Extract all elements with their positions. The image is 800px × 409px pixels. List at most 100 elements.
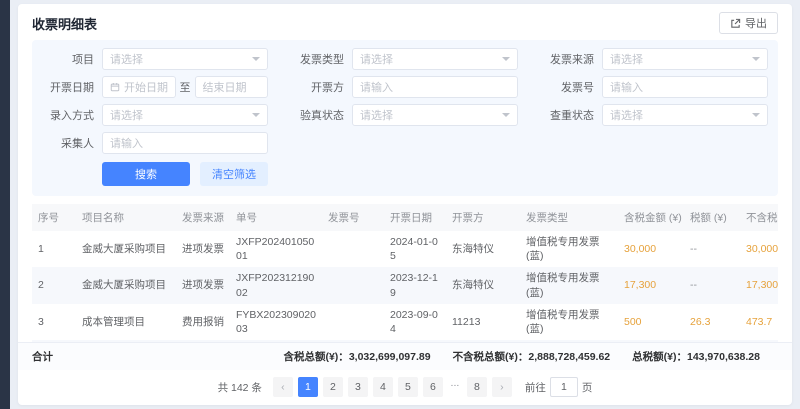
filter-field-issuer: 开票方请输入 (286, 76, 518, 98)
summary-items: 含税总额(¥)：3,032,699,097.89 不含税总额(¥)：2,888,… (283, 349, 760, 364)
table-cell: 费用报销 (176, 304, 230, 340)
filter-label-collector: 采集人 (36, 135, 94, 151)
card-header: 收票明细表 导出 (18, 4, 792, 40)
table-cell: FYBX20230902003 (230, 304, 322, 340)
pagination-total: 共 142 条 (218, 380, 262, 395)
summary-row: 合计 含税总额(¥)：3,032,699,097.89 不含税总额(¥)：2,8… (18, 342, 792, 370)
date-range-separator: 至 (180, 79, 191, 95)
table-cell: 1 (32, 231, 76, 267)
table-cell: 增值税专用发票(蓝) (520, 304, 618, 340)
summary-total-tax: 总税额(¥)：143,970,638.28 (632, 349, 760, 364)
prev-page-button[interactable]: ‹ (273, 377, 293, 397)
table-cell: 增值税专用发票(蓝) (520, 231, 618, 267)
summary-total-label: 合计 (32, 349, 53, 364)
entry-method-select[interactable]: 请选择 (102, 104, 268, 126)
filter-field-collector: 采集人请输入 (36, 132, 268, 154)
table-cell: 2023-12-19 (384, 267, 446, 303)
column-header: 含税金额 (¥) (618, 204, 684, 231)
page-button-3[interactable]: 3 (348, 377, 368, 397)
collector-input[interactable]: 请输入 (102, 132, 268, 154)
table-cell: 金威大厦采购项目 (76, 267, 176, 303)
table-cell: 500 (618, 304, 684, 340)
filter-field-project: 项目请选择 (36, 48, 268, 70)
invoice-type-select[interactable]: 请选择 (352, 48, 518, 70)
invoice-number-input[interactable]: 请输入 (602, 76, 768, 98)
page-title: 收票明细表 (32, 14, 97, 33)
filter-field-invoice-source: 发票来源请选择 (536, 48, 768, 70)
main-content: 收票明细表 导出 项目请选择发票类型请选择发票来源请选择开票日期开始日期至结束日… (10, 0, 800, 409)
clear-filters-button[interactable]: 清空筛选 (200, 162, 268, 186)
filter-field-entry-method: 录入方式请选择 (36, 104, 268, 126)
table-cell: 2 (32, 267, 76, 303)
table-cell: 增值税专用发票(蓝) (520, 267, 618, 303)
table-header-row: 序号项目名称发票来源单号发票号开票日期开票方发票类型含税金额 (¥)税额 (¥)… (32, 204, 778, 231)
project-select[interactable]: 请选择 (102, 48, 268, 70)
table-cell: 成本管理项目 (76, 304, 176, 340)
table-cell: 473.7 (740, 304, 778, 340)
column-header: 单号 (230, 204, 322, 231)
filter-field-invoice-number: 发票号请输入 (536, 76, 768, 98)
column-header: 发票号 (322, 204, 384, 231)
export-button-label: 导出 (745, 15, 767, 31)
page-buttons: 123456... 8 (298, 377, 487, 397)
column-header: 序号 (32, 204, 76, 231)
export-button[interactable]: 导出 (719, 12, 778, 34)
table-cell (322, 267, 384, 303)
duplicate-status-select[interactable]: 请选择 (602, 104, 768, 126)
filter-label-invoice-type: 发票类型 (286, 51, 344, 67)
table-cell: 3 (32, 304, 76, 340)
table-row: 1金威大厦采购项目进项发票JXFP202401050012024-01-05东海… (32, 231, 778, 267)
filter-field-duplicate-status: 查重状态请选择 (536, 104, 768, 126)
column-header: 开票方 (446, 204, 520, 231)
filter-panel: 项目请选择发票类型请选择发票来源请选择开票日期开始日期至结束日期开票方请输入发票… (32, 40, 778, 196)
chevron-down-icon (252, 57, 260, 61)
filter-label-verify-status: 验真状态 (286, 107, 344, 123)
search-button[interactable]: 搜索 (102, 162, 190, 186)
table-cell: 30,000 (618, 231, 684, 267)
next-page-button[interactable]: › (492, 377, 512, 397)
table-cell: 17,300 (618, 267, 684, 303)
table-cell: JXFP20240105001 (230, 231, 322, 267)
goto-page-input[interactable] (550, 377, 578, 397)
export-icon (730, 18, 741, 29)
table-cell: 11213 (446, 304, 520, 340)
column-header: 发票来源 (176, 204, 230, 231)
table-cell: -- (684, 231, 740, 267)
more-pages-icon: ... (448, 377, 462, 397)
collapsed-sidebar[interactable] (0, 0, 10, 409)
date-end-input[interactable]: 结束日期 (195, 76, 269, 98)
verify-status-select[interactable]: 请选择 (352, 104, 518, 126)
filter-actions: 搜索 清空筛选 (102, 162, 768, 186)
chevron-down-icon (752, 113, 760, 117)
invoice-source-select[interactable]: 请选择 (602, 48, 768, 70)
calendar-icon (110, 82, 120, 92)
table-cell: 17,300 (740, 267, 778, 303)
page-button-8[interactable]: 8 (467, 377, 487, 397)
filter-label-entry-method: 录入方式 (36, 107, 94, 123)
filter-label-duplicate-status: 查重状态 (536, 107, 594, 123)
filter-label-issuer: 开票方 (286, 79, 344, 95)
page-button-2[interactable]: 2 (323, 377, 343, 397)
table-row: 3成本管理项目费用报销FYBX202309020032023-09-041121… (32, 304, 778, 340)
pagination: 共 142 条 ‹ 123456...8 › 前往 页 (18, 370, 792, 405)
filter-grid: 项目请选择发票类型请选择发票来源请选择开票日期开始日期至结束日期开票方请输入发票… (36, 48, 768, 154)
page-button-4[interactable]: 4 (373, 377, 393, 397)
app-root: 收票明细表 导出 项目请选择发票类型请选择发票来源请选择开票日期开始日期至结束日… (0, 0, 800, 409)
filter-label-invoice-date: 开票日期 (36, 79, 94, 95)
summary-tax-included: 含税总额(¥)：3,032,699,097.89 (283, 349, 430, 364)
table-cell: 2024-01-05 (384, 231, 446, 267)
page-button-1[interactable]: 1 (298, 377, 318, 397)
filter-field-invoice-date: 开票日期开始日期至结束日期 (36, 76, 268, 98)
table-cell (322, 231, 384, 267)
table-cell: 东海特仪 (446, 267, 520, 303)
date-start-input[interactable]: 开始日期 (102, 76, 176, 98)
invoice-detail-card: 收票明细表 导出 项目请选择发票类型请选择发票来源请选择开票日期开始日期至结束日… (18, 4, 792, 405)
issuer-input[interactable]: 请输入 (352, 76, 518, 98)
table-cell: 进项发票 (176, 231, 230, 267)
page-button-5[interactable]: 5 (398, 377, 418, 397)
chevron-down-icon (502, 57, 510, 61)
page-button-6[interactable]: 6 (423, 377, 443, 397)
table-cell: 金威大厦采购项目 (76, 231, 176, 267)
goto-suffix: 页 (582, 380, 593, 395)
table-cell: JXFP20231219002 (230, 267, 322, 303)
